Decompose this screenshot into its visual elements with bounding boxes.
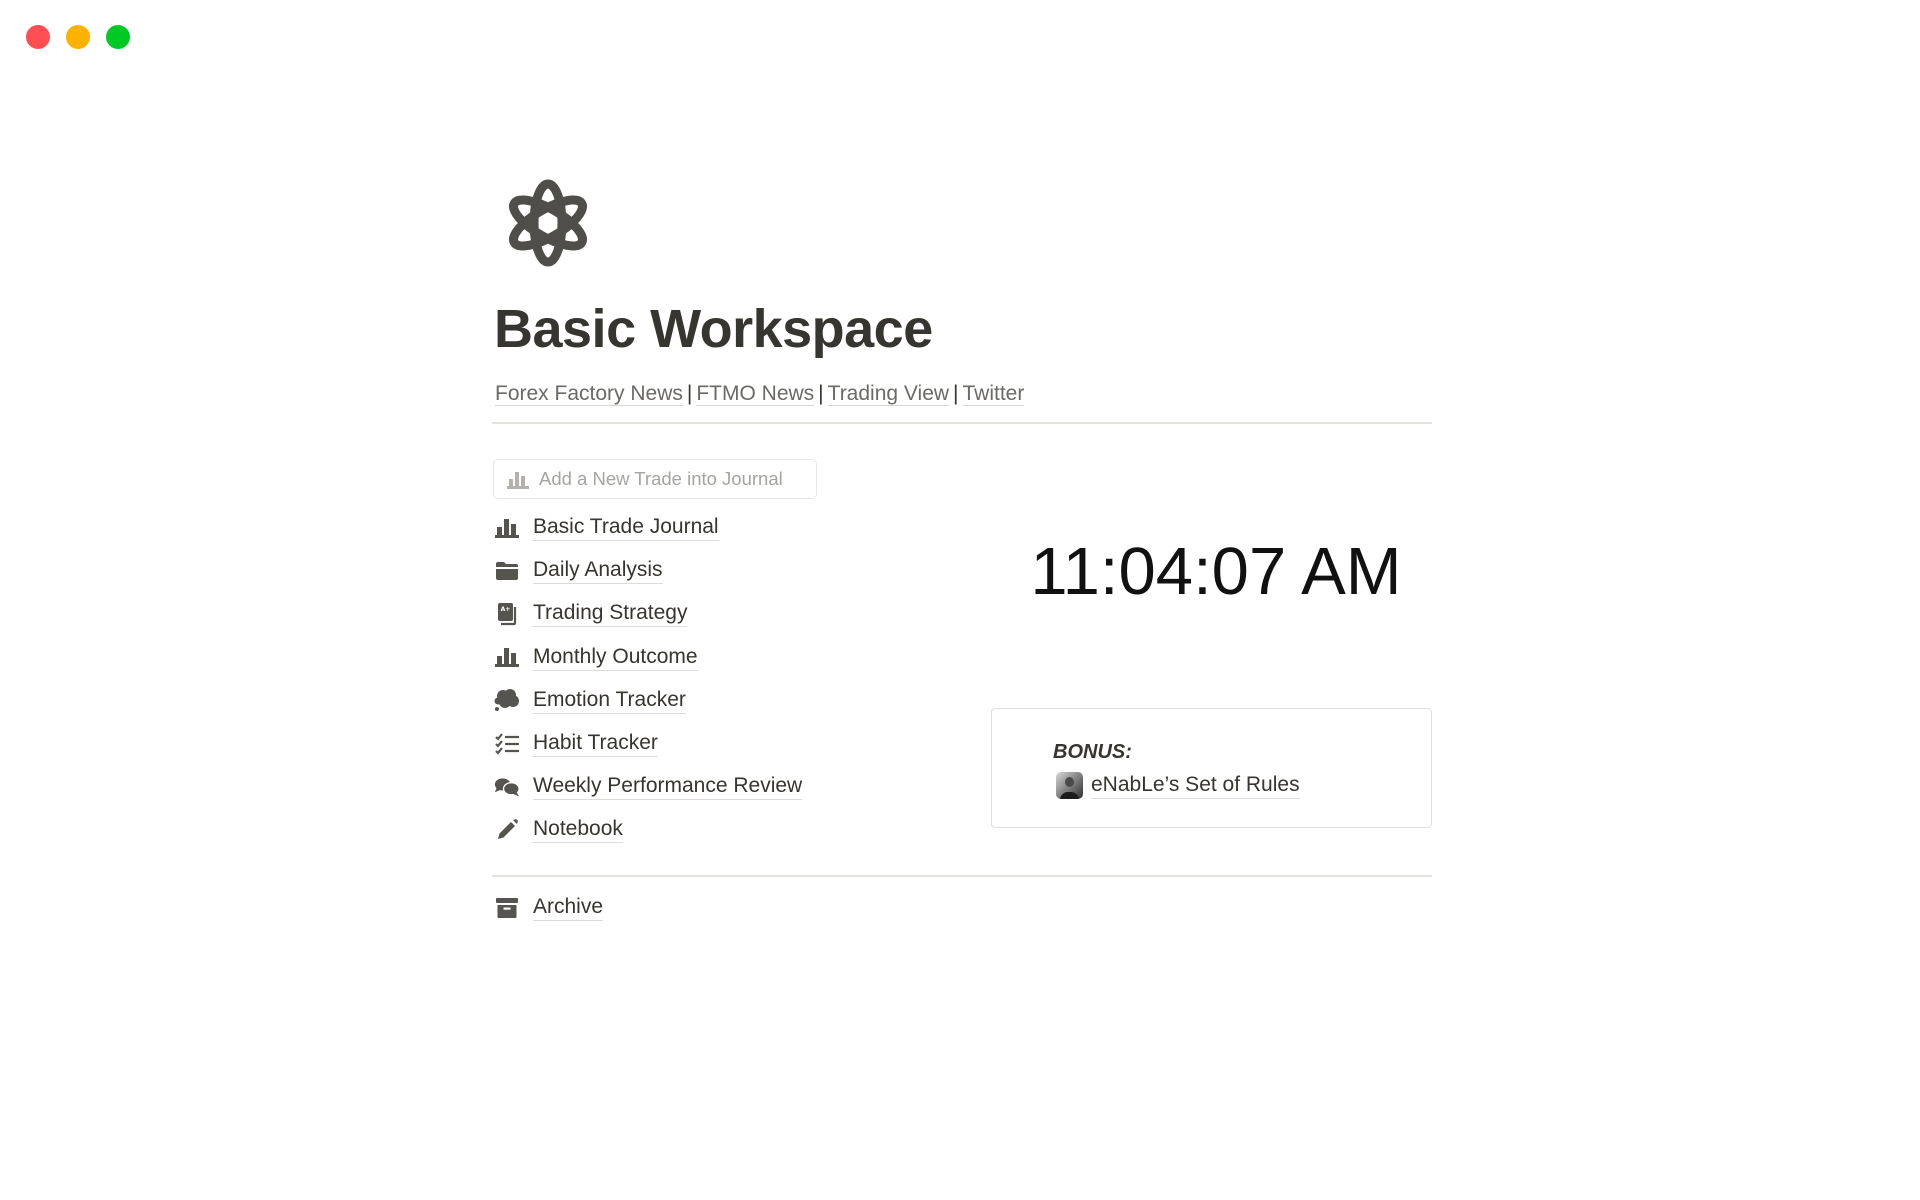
- nav-item-daily-analysis[interactable]: Daily Analysis: [494, 549, 802, 592]
- page-title: Basic Workspace: [494, 299, 933, 359]
- bonus-callout: BONUS: eNabLe’s Set of Rules: [991, 708, 1432, 828]
- avatar: [1056, 772, 1083, 799]
- nav-item-notebook[interactable]: Notebook: [494, 808, 802, 851]
- nav-label: Daily Analysis: [533, 557, 663, 585]
- nav-label: Emotion Tracker: [533, 687, 686, 714]
- nav-label: Monthly Outcome: [533, 644, 698, 671]
- svg-text:A+: A+: [501, 606, 511, 613]
- nav-item-habit-tracker[interactable]: Habit Tracker: [494, 722, 802, 765]
- link-forex-factory-news[interactable]: Forex Factory News: [495, 382, 683, 406]
- window-maximize-button[interactable]: [106, 25, 130, 49]
- pencil-icon: [494, 818, 520, 842]
- nav-item-trading-strategy[interactable]: A+ Trading Strategy: [494, 592, 802, 635]
- bonus-rules-label: eNabLe’s Set of Rules: [1091, 772, 1300, 799]
- divider: [492, 875, 1432, 877]
- window-close-button[interactable]: [26, 25, 50, 49]
- nav-label: Archive: [533, 894, 604, 921]
- link-separator: |: [686, 382, 693, 405]
- nav-label: Notebook: [533, 816, 623, 844]
- archive-box-icon: [494, 896, 520, 920]
- nav-label: Trading Strategy: [533, 600, 688, 628]
- folder-icon: [494, 559, 520, 583]
- nav-label: Basic Trade Journal: [533, 514, 719, 542]
- bar-chart-icon: [494, 516, 520, 540]
- nav-item-basic-trade-journal[interactable]: Basic Trade Journal: [494, 506, 802, 549]
- nav-list: Basic Trade Journal Daily Analysis A+ Tr…: [494, 506, 803, 852]
- link-ftmo-news[interactable]: FTMO News: [696, 382, 815, 406]
- link-trading-view[interactable]: Trading View: [827, 382, 950, 406]
- bonus-heading: BONUS:: [1053, 741, 1132, 763]
- add-new-trade-label: Add a New Trade into Journal: [539, 468, 783, 489]
- checklist-icon: [494, 732, 520, 756]
- atom-icon[interactable]: [503, 176, 593, 270]
- link-twitter[interactable]: Twitter: [962, 382, 1025, 406]
- nav-label: Weekly Performance Review: [533, 773, 803, 801]
- quick-links: Forex Factory News | FTMO News | Trading Vie…: [495, 379, 1025, 409]
- divider: [492, 422, 1432, 424]
- bar-chart-icon: [494, 645, 520, 669]
- grade-book-icon: A+: [494, 602, 520, 626]
- link-separator: |: [953, 382, 959, 405]
- nav-label: Habit Tracker: [533, 730, 658, 758]
- chat-bubbles-icon: [494, 775, 520, 799]
- nav-item-archive[interactable]: Archive: [494, 886, 604, 929]
- window-minimize-button[interactable]: [66, 25, 90, 49]
- bonus-rules-link[interactable]: eNabLe’s Set of Rules: [1056, 772, 1300, 799]
- nav-item-weekly-performance-review[interactable]: Weekly Performance Review: [494, 765, 803, 808]
- link-separator: |: [818, 382, 824, 405]
- thought-bubble-icon: [494, 688, 520, 712]
- clock-widget: 11:04:07 AM: [1030, 534, 1402, 609]
- add-new-trade-button[interactable]: Add a New Trade into Journal: [493, 459, 817, 499]
- nav-item-monthly-outcome[interactable]: Monthly Outcome: [494, 636, 802, 679]
- bar-chart-icon: [506, 469, 530, 489]
- nav-item-emotion-tracker[interactable]: Emotion Tracker: [494, 679, 802, 722]
